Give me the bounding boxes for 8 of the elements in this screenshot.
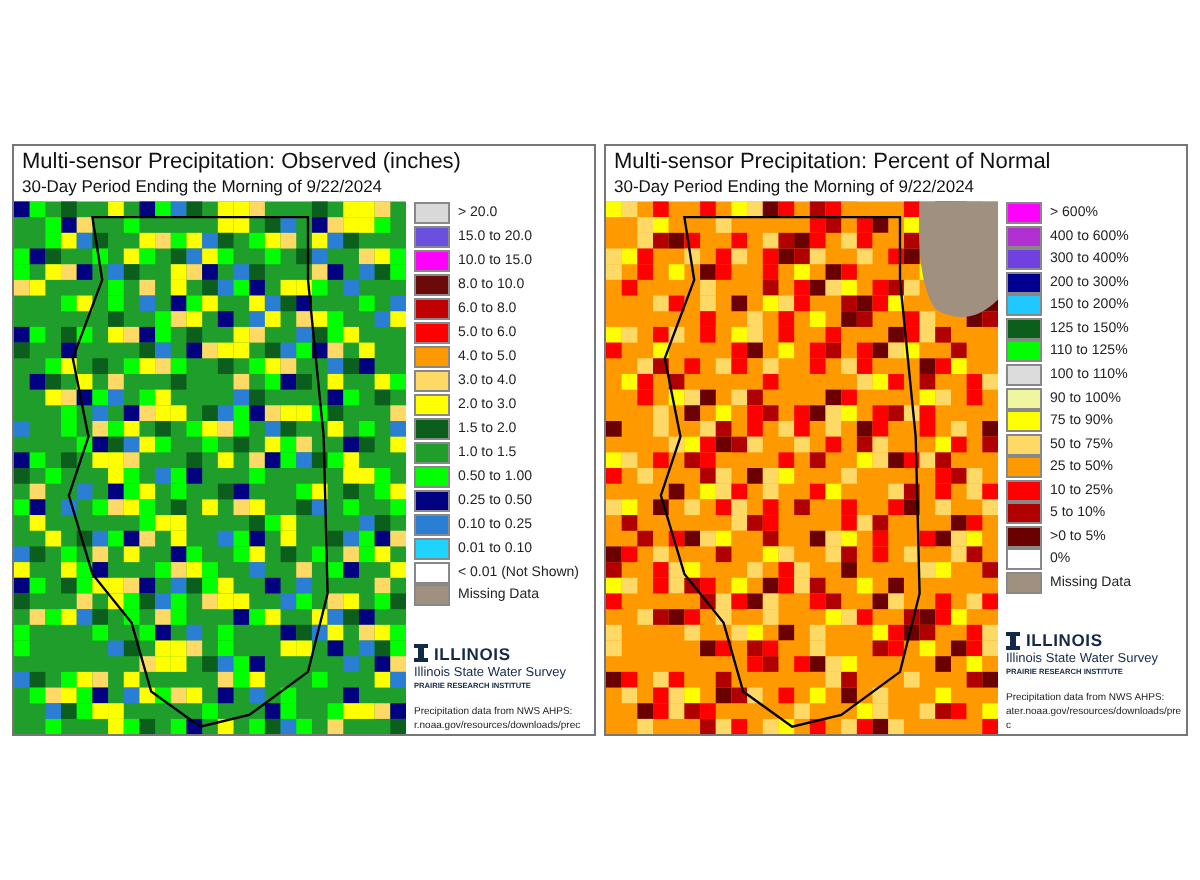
block-i-logo-icon — [1006, 631, 1020, 650]
map-subtitle: 30-Day Period Ending the Morning of 9/22/2024 — [20, 176, 385, 196]
map-title: Multi-sensor Precipitation: Observed (inches) — [20, 150, 463, 176]
logo-wordmark: ILLINOIS — [1026, 630, 1103, 651]
map-title: Multi-sensor Precipitation: Percent of Normal — [612, 150, 1053, 176]
logo-wordmark: ILLINOIS — [434, 643, 511, 664]
block-i-logo-icon — [414, 644, 428, 663]
map-subtitle: 30-Day Period Ending the Morning of 9/22/2024 — [612, 176, 977, 196]
